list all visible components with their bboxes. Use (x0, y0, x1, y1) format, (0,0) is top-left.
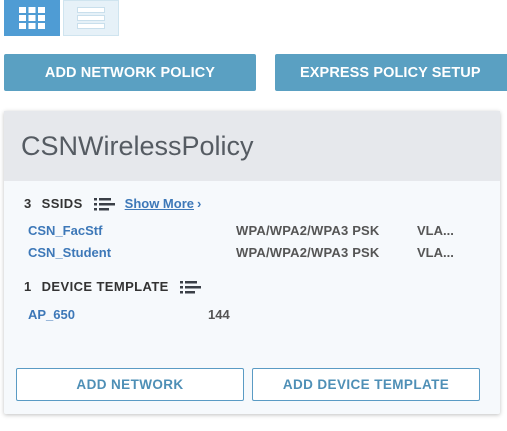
grid-icon (19, 7, 45, 29)
chevron-right-icon[interactable]: › (197, 196, 202, 211)
view-toggle (4, 0, 119, 36)
list-icon (77, 7, 105, 29)
ssid-count: 3 (24, 196, 32, 211)
ssid-name-link[interactable]: CSN_FacStf (28, 223, 102, 238)
ssid-vlan: VLA... (417, 223, 454, 238)
grid-view-button[interactable] (4, 0, 60, 36)
device-template-name-link[interactable]: AP_650 (28, 307, 75, 322)
network-policy-card: CSNWirelessPolicy 3 SSIDS Show More › CS… (4, 111, 500, 414)
show-more-link[interactable]: Show More (125, 196, 194, 211)
device-template-label: DEVICE TEMPLATE (41, 279, 169, 294)
add-device-template-button[interactable]: ADD DEVICE TEMPLATE (252, 368, 480, 401)
device-template-count: 1 (24, 279, 32, 294)
list-details-icon[interactable] (93, 197, 116, 211)
policy-title[interactable]: CSNWirelessPolicy (21, 131, 254, 162)
add-network-button[interactable]: ADD NETWORK (16, 368, 244, 401)
ssid-security: WPA/WPA2/WPA3 PSK (236, 223, 380, 238)
show-more-label[interactable]: Show More (125, 196, 194, 211)
ssid-security: WPA/WPA2/WPA3 PSK (236, 245, 380, 260)
ssids-section-header: 3 SSIDS Show More › (24, 196, 202, 211)
device-template-device-count: 144 (208, 307, 230, 322)
list-view-button[interactable] (63, 0, 119, 36)
device-template-section-header: 1 DEVICE TEMPLATE (24, 279, 202, 294)
add-network-policy-button[interactable]: ADD NETWORK POLICY (4, 54, 256, 91)
ssid-vlan: VLA... (417, 245, 454, 260)
ssid-name-link[interactable]: CSN_Student (28, 245, 111, 260)
ssids-label: SSIDS (41, 196, 83, 211)
list-details-icon[interactable] (179, 280, 202, 294)
policy-card-header[interactable]: CSNWirelessPolicy (4, 111, 500, 181)
express-policy-setup-button[interactable]: EXPRESS POLICY SETUP (275, 54, 507, 91)
